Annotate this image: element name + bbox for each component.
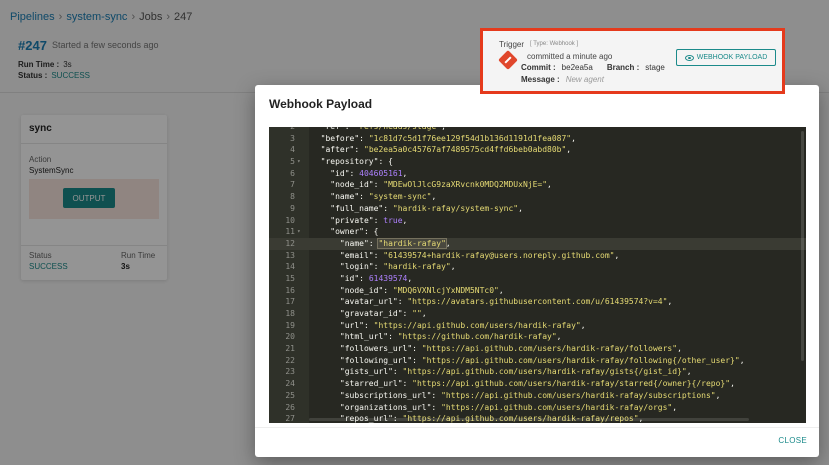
line-text: "email": "61439574+hardik-rafay@users.no… <box>339 250 620 260</box>
line-text: "full_name": "hardik-rafay/system-sync", <box>330 203 523 213</box>
commit-row: Commit : be2ea5a Branch : stage <box>521 63 665 72</box>
line-number: 26 <box>285 402 295 412</box>
branch-label: Branch : <box>606 63 640 72</box>
code-line: 24 "starred_url": "https://api.github.co… <box>269 378 806 390</box>
trigger-title: Trigger <box>499 40 525 49</box>
line-text: "login": "hardik-rafay", <box>339 262 456 272</box>
code-line: 15 "id": 61439574, <box>269 273 806 285</box>
line-text: "repository": { <box>320 157 393 167</box>
code-line: 11 ▾ "owner": { <box>269 226 806 238</box>
code-lines: 2 "ref": "refs/heads/stage",3 "before": … <box>269 127 806 423</box>
line-number: 23 <box>285 367 295 377</box>
line-text: "html_url": "https://github.com/hardik-r… <box>339 332 562 342</box>
line-text: "private": true, <box>330 215 408 225</box>
line-text: "url": "https://api.github.com/users/har… <box>339 320 586 330</box>
line-text: "gists_url": "https://api.github.com/use… <box>339 367 692 377</box>
code-line: 22 "following_url": "https://api.github.… <box>269 355 806 367</box>
code-line: 9 "full_name": "hardik-rafay/system-sync… <box>269 203 806 215</box>
line-number: 4 <box>290 145 295 155</box>
committed-time: committed a minute ago <box>527 52 613 61</box>
code-line: 4 "after": "be2ea5a0c45767af7489575cd4ff… <box>269 144 806 156</box>
message-row: Message : New agent <box>521 75 604 84</box>
line-text: "before": "1c81d7c5d1f76ee129f54d1b136d1… <box>320 133 576 143</box>
line-number: 5 <box>290 157 295 167</box>
code-line: 26 "organizations_url": "https://api.git… <box>269 402 806 414</box>
branch-value: stage <box>645 63 665 72</box>
code-line: 21 "followers_url": "https://api.github.… <box>269 343 806 355</box>
code-line: 3 "before": "1c81d7c5d1f76ee129f54d1b136… <box>269 133 806 145</box>
line-text: "node_id": "MDQ6VXNlcjYxNDM5NTc0", <box>339 285 504 295</box>
line-number: 19 <box>285 320 295 330</box>
message-label: Message : <box>521 75 560 84</box>
trigger-type: [ Type: Webhook ] <box>530 41 579 47</box>
line-text: "owner": { <box>330 227 379 237</box>
line-number: 27 <box>285 414 295 423</box>
line-text: "followers_url": "https://api.github.com… <box>339 344 682 354</box>
line-number: 8 <box>290 192 295 202</box>
code-line: 12 "name": "hardik-rafay", <box>269 237 806 250</box>
eye-icon <box>684 54 694 61</box>
dialog-title: Webhook Payload <box>269 97 373 111</box>
line-number: 18 <box>285 309 295 318</box>
line-text: "subscriptions_url": "https://api.github… <box>339 390 721 400</box>
code-line: 14 "login": "hardik-rafay", <box>269 261 806 273</box>
git-icon <box>498 50 518 70</box>
line-text: "avatar_url": "https://avatars.githubuse… <box>339 297 673 307</box>
vertical-scrollbar[interactable] <box>801 131 804 361</box>
line-text: "node_id": "MDEwOlJlcG9zaXRvcnk0MDQ2MDUx… <box>330 180 552 190</box>
line-number: 6 <box>290 168 295 178</box>
line-number: 14 <box>285 262 295 272</box>
code-line: 10 "private": true, <box>269 215 806 227</box>
code-line: 17 "avatar_url": "https://avatars.github… <box>269 296 806 308</box>
fold-toggle-icon[interactable]: ▾ <box>297 156 301 168</box>
line-text: "organizations_url": "https://api.github… <box>339 402 678 412</box>
message-value: New agent <box>565 75 604 84</box>
line-number: 13 <box>285 250 295 260</box>
line-number: 25 <box>285 390 295 400</box>
commit-label: Commit : <box>521 63 556 72</box>
code-line: 25 "subscriptions_url": "https://api.git… <box>269 390 806 402</box>
fold-toggle-icon[interactable]: ▾ <box>297 226 301 238</box>
line-text: "name": "system-sync", <box>330 192 437 202</box>
code-line: 20 "html_url": "https://github.com/hardi… <box>269 331 806 343</box>
webhook-payload-dialog: Webhook Payload 2 "ref": "refs/heads/sta… <box>255 85 819 457</box>
dialog-divider <box>255 427 819 428</box>
line-number: 9 <box>290 203 295 213</box>
line-text: "id": 61439574, <box>339 273 413 283</box>
line-number: 17 <box>285 297 295 307</box>
line-number: 21 <box>285 344 295 354</box>
code-line: 23 "gists_url": "https://api.github.com/… <box>269 366 806 378</box>
code-line: 19 "url": "https://api.github.com/users/… <box>269 320 806 332</box>
line-text: "after": "be2ea5a0c45767af7489575cd4ffd6… <box>320 145 572 155</box>
code-line: 13 "email": "61439574+hardik-rafay@users… <box>269 250 806 262</box>
line-number: 11 <box>285 227 295 237</box>
line-number: 3 <box>290 133 295 143</box>
code-line: 18 "gravatar_id": "", <box>269 308 806 320</box>
code-line: 5 ▾ "repository": { <box>269 156 806 168</box>
horizontal-scrollbar[interactable] <box>309 418 749 421</box>
code-line: 7 "node_id": "MDEwOlJlcG9zaXRvcnk0MDQ2MD… <box>269 179 806 191</box>
line-number: 10 <box>285 215 295 225</box>
line-number: 22 <box>285 355 295 365</box>
line-text: "gravatar_id": "", <box>339 309 427 318</box>
line-number: 20 <box>285 332 295 342</box>
close-button[interactable]: CLOSE <box>778 436 807 445</box>
line-text: "starred_url": "https://api.github.com/u… <box>339 379 735 389</box>
line-number: 24 <box>285 379 295 389</box>
code-line: 16 "node_id": "MDQ6VXNlcjYxNDM5NTc0", <box>269 285 806 297</box>
code-line: 8 "name": "system-sync", <box>269 191 806 203</box>
line-text: "id": 404605161, <box>330 168 408 178</box>
line-number: 7 <box>290 180 295 190</box>
webhook-payload-button[interactable]: WEBHOOK PAYLOAD <box>676 49 776 66</box>
line-number: 16 <box>285 285 295 295</box>
line-text: "name": "hardik-rafay", <box>339 237 451 249</box>
json-code-editor[interactable]: 2 "ref": "refs/heads/stage",3 "before": … <box>269 127 806 423</box>
line-number: 15 <box>285 273 295 283</box>
commit-value: be2ea5a <box>561 63 593 72</box>
trigger-panel: Trigger [ Type: Webhook ] committed a mi… <box>480 28 785 94</box>
code-line: 6 "id": 404605161, <box>269 168 806 180</box>
webhook-payload-label: WEBHOOK PAYLOAD <box>696 54 768 61</box>
line-text: "following_url": "https://api.github.com… <box>339 355 745 365</box>
line-number: 12 <box>285 238 295 248</box>
